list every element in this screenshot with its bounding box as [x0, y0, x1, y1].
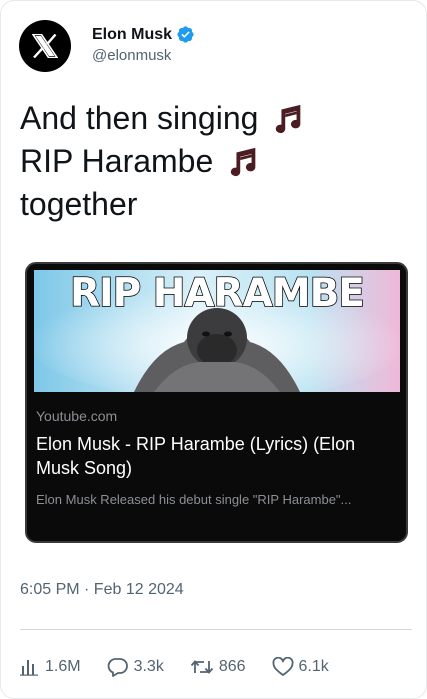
author-name[interactable]: Elon Musk — [92, 26, 172, 44]
link-thumbnail[interactable]: RIP HARAMBE — [34, 270, 400, 392]
verified-badge-icon — [177, 26, 194, 43]
reply-button[interactable]: 3.3k — [107, 657, 164, 677]
divider — [20, 629, 412, 630]
tweet-header: Elon Musk @elonmusk — [19, 20, 195, 74]
link-description: Elon Musk Released his debut single "RIP… — [36, 492, 352, 507]
author-handle[interactable]: @elonmusk — [92, 47, 195, 64]
tweet-timestamp[interactable]: 6:05 PM · Feb 12 2024 — [20, 581, 184, 599]
tweet-line: RIP Harambe — [20, 143, 214, 179]
reply-count: 3.3k — [133, 658, 164, 675]
tweet-text: And then singing RIP Harambe together — [20, 97, 410, 226]
tweet-line: together — [20, 186, 138, 222]
engagement-bar: 1.6M 3.3k 866 6.1k — [20, 655, 355, 679]
like-button[interactable]: 6.1k — [272, 657, 329, 677]
views-button[interactable]: 1.6M — [20, 658, 81, 676]
x-logo-icon — [32, 34, 58, 58]
reply-icon — [107, 658, 128, 677]
thumbnail-title: RIP HARAMBE — [69, 270, 365, 317]
avatar[interactable] — [19, 20, 71, 72]
heart-icon — [272, 657, 293, 676]
repost-icon — [190, 660, 214, 674]
musical-notes-icon — [231, 147, 256, 176]
link-title[interactable]: Elon Musk - RIP Harambe (Lyrics) (Elon M… — [36, 432, 386, 480]
like-count: 6.1k — [298, 658, 329, 675]
user-info: Elon Musk @elonmusk — [92, 25, 195, 74]
views-icon — [20, 660, 38, 676]
link-preview-card[interactable]: RIP HARAMBE Youtube.com Elon Musk - RIP … — [25, 262, 408, 543]
link-domain: Youtube.com — [36, 408, 118, 424]
musical-notes-icon — [276, 104, 301, 133]
tweet-line: And then singing — [20, 100, 259, 136]
repost-button[interactable]: 866 — [190, 658, 246, 676]
repost-count: 866 — [218, 658, 246, 675]
tweet-card: Elon Musk @elonmusk And then singing RIP… — [0, 0, 427, 699]
views-count: 1.6M — [45, 658, 81, 675]
